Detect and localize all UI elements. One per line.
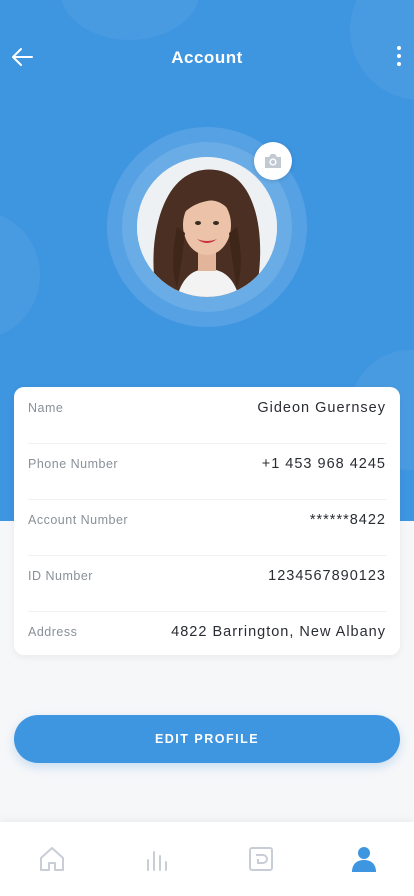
camera-icon bbox=[265, 154, 281, 168]
avatar bbox=[137, 157, 277, 297]
tab-home[interactable] bbox=[37, 844, 67, 874]
chart-icon bbox=[147, 851, 167, 871]
profile-details-card: Name Gideon Guernsey Phone Number +1 453… bbox=[14, 387, 400, 655]
page-title: Account bbox=[171, 48, 243, 67]
top-bar: Account bbox=[0, 30, 414, 86]
profile-row-id-number: ID Number 1234567890123 bbox=[28, 555, 386, 612]
edit-profile-button[interactable]: EDIT PROFILE bbox=[14, 715, 400, 763]
more-vertical-icon bbox=[392, 46, 406, 66]
change-photo-button[interactable] bbox=[254, 142, 292, 180]
profile-icon bbox=[352, 847, 376, 872]
field-label: Phone Number bbox=[28, 457, 119, 471]
field-label: Account Number bbox=[28, 513, 129, 527]
profile-row-name: Name Gideon Guernsey bbox=[28, 387, 386, 444]
home-icon bbox=[40, 847, 64, 871]
field-value: +1 453 968 4245 bbox=[261, 456, 386, 472]
field-label: Address bbox=[28, 625, 78, 639]
decorative-bubble bbox=[0, 210, 40, 340]
tab-profile[interactable] bbox=[349, 844, 379, 874]
profile-row-phone: Phone Number +1 453 968 4245 bbox=[28, 443, 386, 500]
field-value: Gideon Guernsey bbox=[257, 400, 386, 416]
profile-row-account-number: Account Number ******8422 bbox=[28, 499, 386, 556]
bottom-tab-bar bbox=[0, 822, 414, 896]
more-options-button[interactable] bbox=[392, 46, 406, 70]
tab-statistics[interactable] bbox=[142, 844, 172, 874]
card-icon bbox=[249, 847, 273, 871]
avatar-portrait bbox=[137, 157, 277, 297]
field-label: ID Number bbox=[28, 569, 93, 583]
tab-cards[interactable] bbox=[246, 844, 276, 874]
profile-row-address: Address 4822 Barrington, New Albany bbox=[28, 611, 386, 667]
field-value: 4822 Barrington, New Albany bbox=[171, 624, 386, 640]
field-value: 1234567890123 bbox=[268, 568, 386, 584]
field-label: Name bbox=[28, 401, 64, 415]
field-value: ******8422 bbox=[309, 512, 386, 528]
